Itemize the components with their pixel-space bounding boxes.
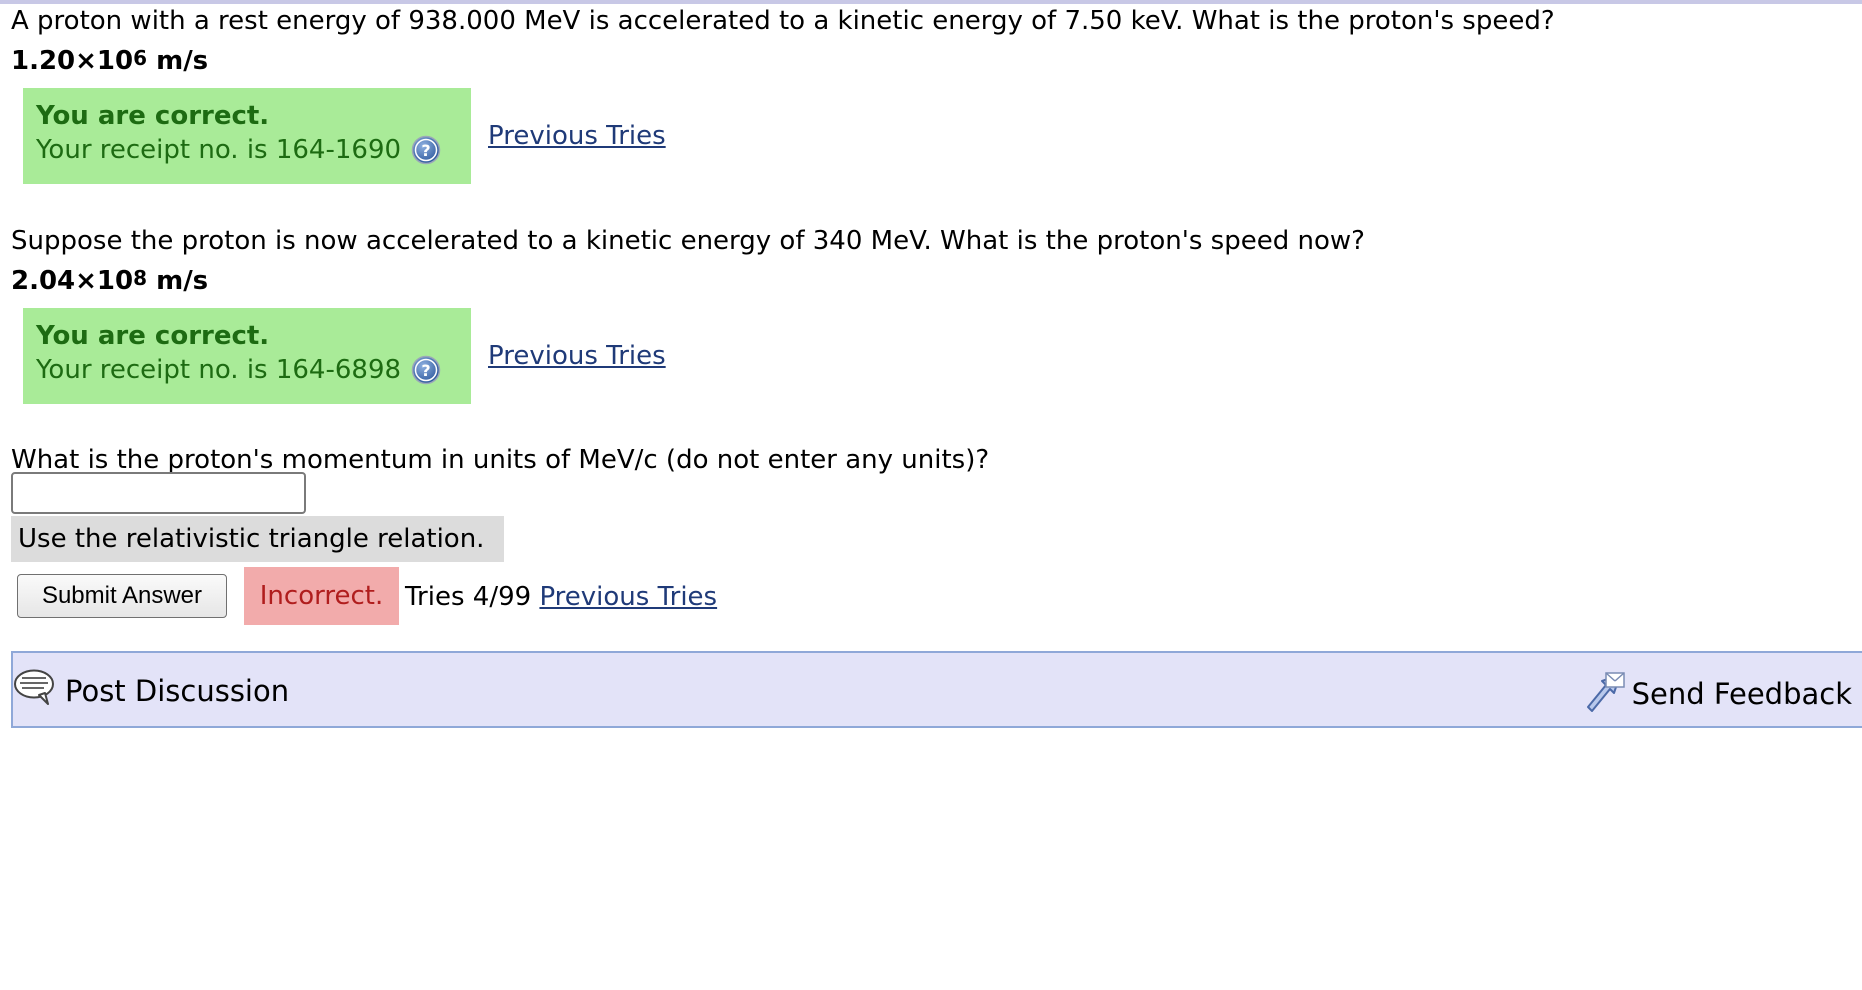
question-1-answer: 1.20×106 m/s	[11, 46, 208, 76]
svg-text:?: ?	[421, 141, 430, 160]
answer-2-mantissa: 2.04×10	[11, 266, 134, 296]
send-feedback-button[interactable]: Send Feedback	[1582, 667, 1852, 720]
svg-text:?: ?	[421, 361, 430, 380]
answer-2-unit: m/s	[147, 266, 209, 296]
question-1-correct-box: You are correct. Your receipt no. is 164…	[23, 88, 471, 184]
incorrect-status-badge: Incorrect.	[244, 567, 399, 625]
question-1-receipt: Your receipt no. is 164-1690	[36, 135, 402, 165]
tries-info: Tries 4/99 Previous Tries	[405, 582, 717, 612]
answer-1-mantissa: 1.20×10	[11, 46, 134, 76]
question-2-receipt-line: Your receipt no. is 164-6898 ?	[36, 352, 471, 388]
help-icon[interactable]: ?	[411, 355, 441, 385]
question-3-text: What is the proton's momentum in units o…	[11, 445, 990, 475]
feedback-arrow-icon	[1582, 667, 1628, 720]
send-feedback-label: Send Feedback	[1631, 676, 1852, 711]
top-divider	[0, 0, 1862, 4]
post-discussion-label: Post Discussion	[65, 673, 290, 708]
question-2-correct-box: You are correct. Your receipt no. is 164…	[23, 308, 471, 404]
question-2-previous-tries-link[interactable]: Previous Tries	[488, 341, 666, 371]
question-1-previous-tries-link[interactable]: Previous Tries	[488, 121, 666, 151]
momentum-answer-input[interactable]	[11, 472, 306, 514]
question-2-status-title: You are correct.	[36, 321, 270, 351]
discussion-feedback-bar: Post Discussion Send Feedback	[11, 651, 1862, 728]
help-icon[interactable]: ?	[411, 135, 441, 165]
question-2-receipt: Your receipt no. is 164-6898	[36, 355, 402, 385]
question-1-receipt-line: Your receipt no. is 164-1690 ?	[36, 132, 471, 168]
hint-box: Use the relativistic triangle relation.	[11, 516, 504, 562]
speech-bubble-icon	[13, 667, 57, 714]
question-2-answer: 2.04×108 m/s	[11, 266, 208, 296]
question-1-text: A proton with a rest energy of 938.000 M…	[11, 6, 1555, 36]
answer-1-exponent: 6	[133, 46, 148, 70]
answer-1-unit: m/s	[147, 46, 209, 76]
post-discussion-button[interactable]: Post Discussion	[13, 667, 289, 714]
question-2-text: Suppose the proton is now accelerated to…	[11, 226, 1365, 256]
question-3-previous-tries-link[interactable]: Previous Tries	[539, 582, 717, 612]
answer-2-exponent: 8	[133, 266, 148, 290]
submit-answer-button[interactable]: Submit Answer	[17, 574, 227, 618]
question-1-status-title: You are correct.	[36, 101, 270, 131]
tries-count: Tries 4/99	[405, 582, 532, 612]
